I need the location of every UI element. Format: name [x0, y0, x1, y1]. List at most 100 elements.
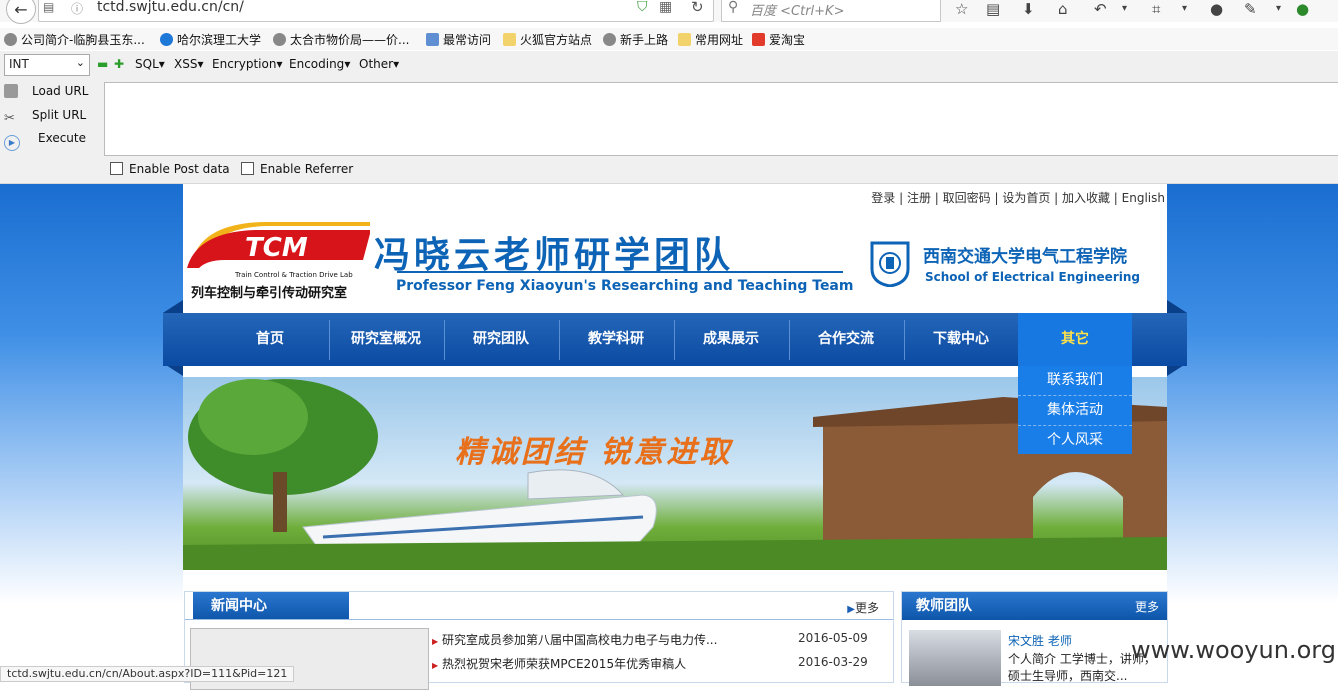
- nav-achievements[interactable]: 成果展示: [674, 313, 788, 366]
- status-bar-url: tctd.swjtu.edu.cn/cn/About.aspx?ID=111&P…: [0, 666, 295, 682]
- hackbar-panel: INT ⌄ ▬ ✚ SQL▾ XSS▾ Encryption▾ Encoding…: [0, 51, 1338, 184]
- other-dropdown-menu: 联系我们 集体活动 个人风采: [1018, 366, 1132, 454]
- top-links[interactable]: 登录 | 注册 | 取回密码 | 设为首页 | 加入收藏 | English: [871, 189, 1165, 206]
- chevron-down-icon[interactable]: ▾: [1276, 3, 1281, 14]
- teacher-name[interactable]: 宋文胜 老师: [1008, 632, 1072, 649]
- bullet-icon: ▶: [432, 661, 439, 670]
- bookmark-item[interactable]: 新手上路: [603, 31, 668, 48]
- news-item[interactable]: ▶ 热烈祝贺宋老师荣获MPCE2015年优秀审稿人: [432, 655, 686, 672]
- menu-encryption[interactable]: Encryption▾: [212, 57, 282, 71]
- reload-icon[interactable]: ↻: [691, 0, 704, 16]
- tcm-logo: TCM: [187, 222, 370, 268]
- qr-code-icon[interactable]: ▦: [659, 0, 672, 15]
- school-chinese-name: 西南交通大学电气工程学院: [923, 247, 1127, 267]
- dropdown-contact-us[interactable]: 联系我们: [1018, 366, 1132, 396]
- taobao-icon: [752, 33, 765, 46]
- bookmark-item[interactable]: 太合市物价局——价...: [273, 31, 409, 48]
- nav-other[interactable]: 其它: [1018, 313, 1132, 366]
- search-placeholder: 百度 <Ctrl+K>: [750, 4, 845, 19]
- globe-icon: [160, 33, 173, 46]
- lab-english-name: Train Control & Traction Drive Lab: [235, 271, 353, 279]
- page-icon: ▤: [43, 0, 55, 14]
- plus-icon[interactable]: ✚: [114, 57, 124, 71]
- load-url-button[interactable]: Load URL: [4, 84, 88, 98]
- bookmark-item[interactable]: 常用网址: [678, 31, 743, 48]
- folder-icon: [678, 33, 691, 46]
- url-textarea[interactable]: [104, 82, 1338, 156]
- nav-downloads[interactable]: 下载中心: [904, 313, 1018, 366]
- split-url-button[interactable]: ✂ Split URL: [4, 108, 86, 126]
- hero-slogan: 精诚团结 锐意进取: [455, 435, 733, 470]
- folder-icon: [503, 33, 516, 46]
- lab-chinese-name: 列车控制与牵引传动研究室: [191, 286, 348, 301]
- translate-icon[interactable]: ✎: [1244, 0, 1257, 18]
- chevron-down-icon[interactable]: ▾: [1122, 3, 1127, 14]
- teachers-box: 教师团队 更多 宋文胜 老师 个人简介 工学博士，讲师，硕士生导师，西南交...: [901, 591, 1168, 686]
- folder-icon: [426, 33, 439, 46]
- nav-cooperation[interactable]: 合作交流: [789, 313, 903, 366]
- bookmark-star-icon[interactable]: ☆: [955, 0, 968, 18]
- nav-research-team[interactable]: 研究团队: [444, 313, 558, 366]
- chat-icon[interactable]: ●: [1210, 0, 1223, 18]
- url-bar[interactable]: ▤ ⓘ tctd.swjtu.edu.cn/cn/ ⛉ ▦ ↻: [38, 0, 714, 22]
- news-more-link[interactable]: ▶更多: [847, 599, 879, 616]
- shield-icon[interactable]: ⛉: [637, 0, 648, 15]
- info-icon[interactable]: ⓘ: [71, 0, 83, 17]
- nav-lab-overview[interactable]: 研究室概况: [329, 313, 443, 366]
- bullet-icon: ▶: [432, 637, 439, 646]
- reading-list-icon[interactable]: ▤: [986, 0, 1000, 18]
- news-center-title: 新闻中心: [193, 592, 349, 620]
- checkbox-icon: [241, 162, 254, 175]
- browser-toolbar: ← ▤ ⓘ tctd.swjtu.edu.cn/cn/ ⛉ ▦ ↻ ⚲ 百度 <…: [0, 0, 1338, 24]
- divider: [185, 619, 893, 620]
- execute-button[interactable]: ▶ Execute: [4, 131, 86, 151]
- bookmark-item[interactable]: 哈尔滨理工大学: [160, 31, 261, 48]
- nav-home[interactable]: 首页: [213, 313, 327, 366]
- extension-icon[interactable]: ●: [1296, 0, 1309, 18]
- news-item[interactable]: ▶ 研究室成员参加第八届中国高校电力电子与电力传...: [432, 631, 717, 648]
- teachers-title: 教师团队: [902, 592, 1167, 620]
- team-subtitle: Professor Feng Xiaoyun's Researching and…: [396, 278, 854, 294]
- menu-xss[interactable]: XSS▾: [174, 57, 204, 71]
- bookmark-item[interactable]: 最常访问: [426, 31, 491, 48]
- scissors-icon: ✂: [4, 111, 15, 126]
- teachers-more-link[interactable]: 更多: [1135, 598, 1159, 615]
- menu-other[interactable]: Other▾: [359, 57, 399, 71]
- enable-post-checkbox[interactable]: Enable Post data: [110, 162, 230, 176]
- watermark: www.wooyun.org: [1131, 636, 1336, 664]
- url-text: tctd.swjtu.edu.cn/cn/: [97, 0, 244, 15]
- chevron-down-icon[interactable]: ▾: [1182, 3, 1187, 14]
- enable-referrer-checkbox[interactable]: Enable Referrer: [241, 162, 353, 176]
- back-arrow-icon: ←: [14, 0, 28, 19]
- int-select[interactable]: INT ⌄: [4, 54, 90, 76]
- bookmark-item[interactable]: 公司简介-临朐县玉东...: [4, 31, 145, 48]
- menu-sql[interactable]: SQL▾: [135, 57, 165, 71]
- dropdown-group-activities[interactable]: 集体活动: [1018, 396, 1132, 426]
- search-bar[interactable]: ⚲ 百度 <Ctrl+K>: [721, 0, 941, 22]
- bookmark-item[interactable]: 爱淘宝: [752, 31, 805, 48]
- arrow-right-icon: ▶: [847, 604, 855, 615]
- bookmarks-bar: 公司简介-临朐县玉东... 哈尔滨理工大学 太合市物价局——价... 最常访问 …: [0, 28, 1338, 50]
- university-seal-icon: [870, 241, 910, 287]
- logo-text: TCM: [245, 233, 308, 263]
- crop-icon[interactable]: ⌗: [1152, 0, 1160, 18]
- minus-icon[interactable]: ▬: [97, 57, 108, 71]
- school-english-name: School of Electrical Engineering: [925, 270, 1140, 284]
- globe-icon: [603, 33, 616, 46]
- download-icon[interactable]: ⬇: [1022, 0, 1035, 18]
- play-icon: ▶: [4, 135, 20, 151]
- undo-icon[interactable]: ↶: [1094, 0, 1107, 18]
- home-icon[interactable]: ⌂: [1058, 0, 1068, 18]
- globe-icon: [4, 33, 17, 46]
- news-date: 2016-05-09: [798, 631, 868, 645]
- dropdown-personal-style[interactable]: 个人风采: [1018, 426, 1132, 455]
- bookmark-item[interactable]: 火狐官方站点: [503, 31, 592, 48]
- nav-teaching-research[interactable]: 教学科研: [559, 313, 673, 366]
- menu-encoding[interactable]: Encoding▾: [289, 57, 350, 71]
- title-underline: [397, 271, 843, 273]
- back-button[interactable]: ←: [6, 0, 36, 24]
- load-url-icon: [4, 84, 18, 98]
- search-icon: ⚲: [728, 0, 739, 15]
- checkbox-icon: [110, 162, 123, 175]
- globe-icon: [273, 33, 286, 46]
